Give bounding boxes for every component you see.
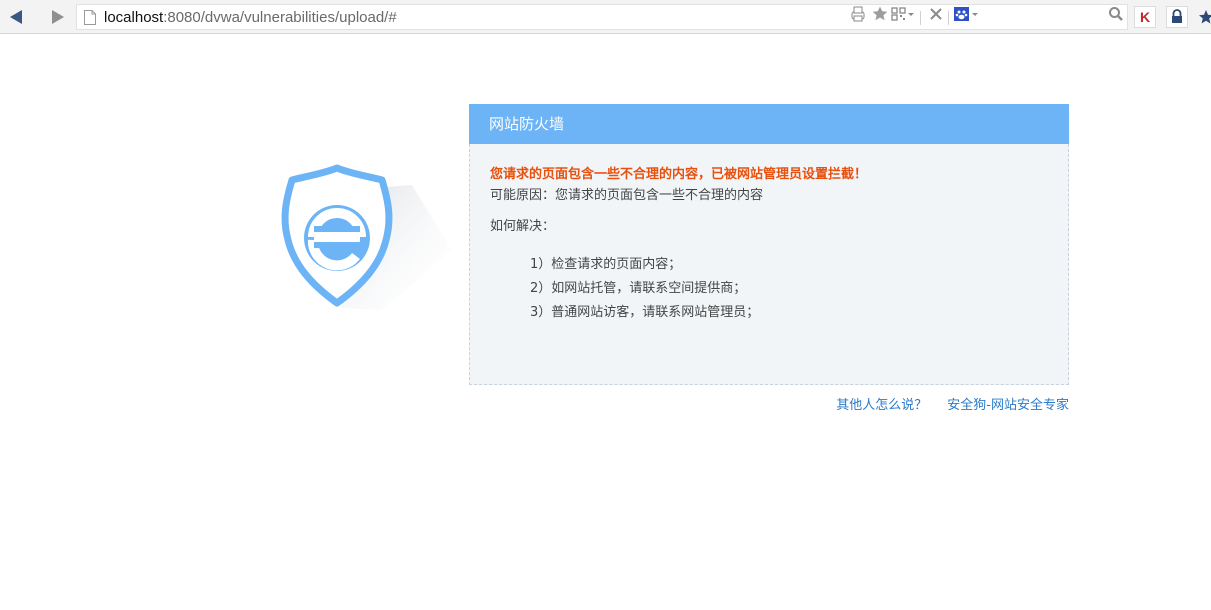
solution-steps: 1）检查请求的页面内容； 2）如网站托管，请联系空间提供商； 3）普通网站访客，… bbox=[530, 253, 759, 325]
chevron-down-icon[interactable] bbox=[970, 5, 980, 23]
shield-logo-icon bbox=[281, 164, 452, 310]
others-say-link[interactable]: 其他人怎么说？ bbox=[836, 398, 927, 413]
solution-step: 1）检查请求的页面内容； bbox=[530, 257, 682, 272]
extension-k-button[interactable]: K bbox=[1134, 6, 1156, 28]
url-path: :8080/dvwa/vulnerabilities/upload/# bbox=[163, 9, 397, 26]
panel-body: 您请求的页面包含一些不合理的内容，已被网站管理员设置拦截！ 可能原因：您请求的页… bbox=[469, 144, 1069, 385]
bookmark-star-icon[interactable] bbox=[1198, 9, 1211, 25]
block-warning: 您请求的页面包含一些不合理的内容，已被网站管理员设置拦截！ bbox=[490, 167, 868, 182]
footer-links: 其他人怎么说？ 安全狗-网站安全专家 bbox=[836, 398, 1069, 414]
solution-step: 3）普通网站访客，请联系网站管理员； bbox=[530, 305, 760, 320]
panel-header: 网站防火墙 bbox=[469, 104, 1069, 144]
forward-arrow-icon[interactable] bbox=[48, 8, 68, 26]
url-text[interactable]: localhost:8080/dvwa/vulnerabilities/uplo… bbox=[104, 9, 397, 27]
how-to-solve-heading: 如何解决： bbox=[490, 219, 556, 234]
back-arrow-icon[interactable] bbox=[6, 8, 26, 26]
browser-toolbar: localhost:8080/dvwa/vulnerabilities/uplo… bbox=[0, 0, 1211, 34]
lock-extension-button[interactable] bbox=[1166, 6, 1188, 28]
baidu-paw-icon[interactable] bbox=[953, 5, 971, 23]
separator bbox=[948, 11, 949, 25]
page-icon bbox=[84, 10, 96, 25]
solution-step: 2）如网站托管，请联系空间提供商； bbox=[530, 281, 747, 296]
address-bar[interactable]: localhost:8080/dvwa/vulnerabilities/uplo… bbox=[76, 4, 1128, 30]
star-icon[interactable] bbox=[871, 5, 889, 23]
chevron-down-icon[interactable] bbox=[906, 5, 916, 23]
panel-title: 网站防火墙 bbox=[489, 115, 565, 133]
block-reason: 可能原因：您请求的页面包含一些不合理的内容 bbox=[490, 188, 764, 203]
url-host: localhost bbox=[104, 9, 164, 26]
lock-icon bbox=[1172, 9, 1182, 23]
safedog-link[interactable]: 安全狗-网站安全专家 bbox=[947, 398, 1069, 413]
search-icon[interactable] bbox=[1107, 5, 1125, 23]
close-icon[interactable] bbox=[927, 5, 945, 23]
extension-k-label: K bbox=[1139, 9, 1151, 25]
separator bbox=[920, 11, 921, 25]
printer-icon[interactable] bbox=[849, 5, 867, 23]
firewall-panel: 网站防火墙 您请求的页面包含一些不合理的内容，已被网站管理员设置拦截！ 可能原因… bbox=[469, 104, 1069, 385]
